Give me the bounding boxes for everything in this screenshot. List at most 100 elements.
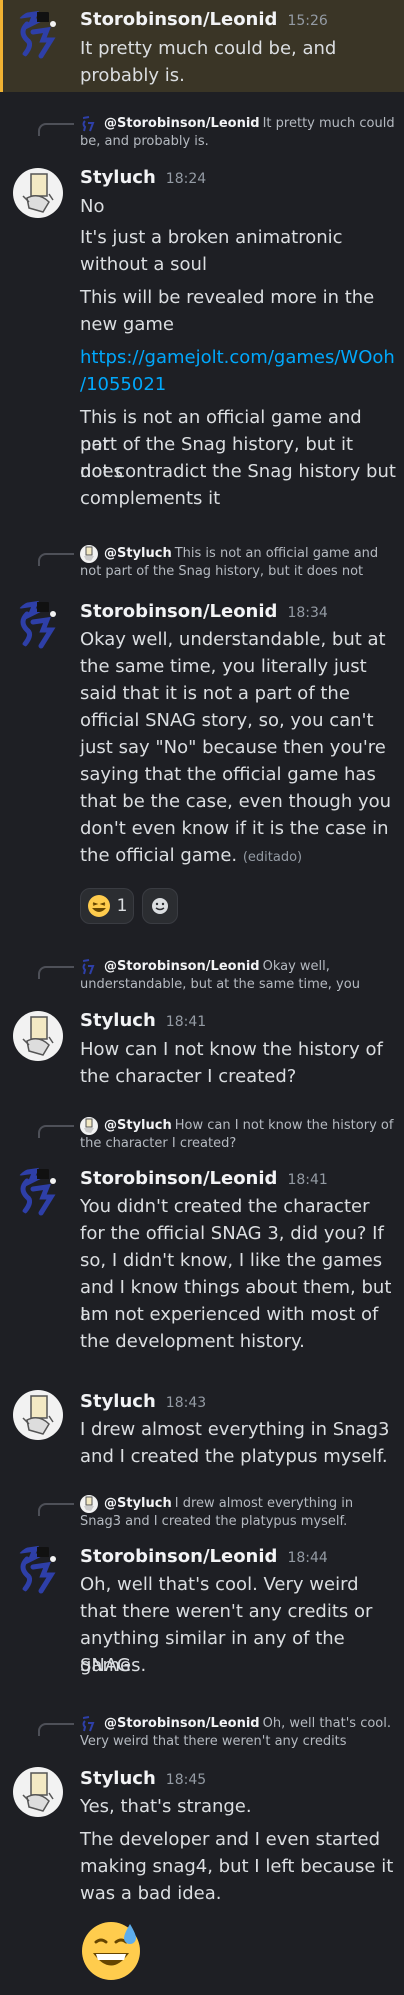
reply-author: @Storobinson/Leonid	[104, 116, 260, 131]
timestamp: 18:24	[165, 171, 207, 187]
message-line: that be the case, even though you	[80, 791, 392, 812]
message-line: probably is.	[80, 65, 185, 86]
grinning-sweat-emoji-icon[interactable]	[80, 1920, 142, 1982]
timestamp: 18:34	[287, 605, 328, 621]
message-line: saying that the official game has	[80, 764, 376, 785]
message-author[interactable]: Storobinson/Leonid 18:44	[80, 1546, 328, 1567]
add-reaction-icon	[152, 898, 168, 914]
reply-preview[interactable]: @Styluch How can I not know the history o…	[0, 1117, 404, 1157]
reply-author: @Styluch	[104, 546, 172, 561]
message-line: not contradict the Snag history but	[80, 461, 396, 482]
reply-spine	[38, 553, 74, 566]
message-line: the development history.	[80, 1331, 305, 1352]
message-author[interactable]: Styluch 18:41	[80, 1010, 206, 1031]
storobinson-avatar[interactable]	[13, 10, 63, 60]
message-line: It's just a broken animatronic	[80, 227, 343, 248]
avatar-drawing	[22, 173, 54, 213]
message-line: making snag4, but I left because it	[80, 1856, 394, 1877]
reply-text: @Storobinson/Leonid It pretty much could …	[80, 115, 398, 151]
message-line: official SNAG story, so, you can't	[80, 710, 374, 731]
message-line: the same time, you literally just	[80, 656, 367, 677]
reaction-count: 1	[116, 896, 128, 916]
styluch-avatar[interactable]	[13, 1767, 63, 1817]
message-line: This will be revealed more in the	[80, 287, 375, 308]
reaction-grin[interactable]: 1	[80, 888, 134, 924]
message-author[interactable]: Styluch 18:43	[80, 1391, 206, 1412]
reply-text: @Styluch This is not an official game and…	[80, 545, 398, 581]
reply-preview[interactable]: @Styluch I drew almost everything in Snag…	[0, 1495, 404, 1535]
reply-spine	[38, 1723, 74, 1736]
message-highlighted: Storobinson/Leonid 15:26 It pretty much c…	[0, 0, 404, 92]
add-reaction-button[interactable]	[142, 888, 178, 924]
reply-spine	[38, 1125, 74, 1138]
message-line: How can I not know the history of	[80, 1039, 383, 1060]
avatar-drawing	[18, 600, 56, 649]
storobinson-avatar[interactable]	[13, 1167, 63, 1217]
game-link[interactable]: /1055021	[80, 371, 396, 398]
avatar-drawing	[22, 1016, 54, 1056]
avatar-drawing	[22, 1395, 54, 1435]
message-line: Oh, well that's cool. Very weird	[80, 1574, 359, 1595]
message-line: I drew almost everything in Snag3	[80, 1419, 390, 1440]
message-line: that there weren't any credits or	[80, 1601, 373, 1622]
timestamp: 18:45	[165, 1772, 207, 1788]
reply-text: @Storobinson/Leonid Oh, well that's cool.…	[80, 1715, 398, 1751]
message: Storobinson/Leonid 18:34 Okay well, under…	[0, 595, 404, 935]
timestamp: 15:26	[287, 13, 328, 29]
reply-text: @Storobinson/Leonid Okay well, understand…	[80, 958, 398, 994]
reply-author: @Storobinson/Leonid	[104, 959, 260, 974]
message-author[interactable]: Storobinson/Leonid 18:41	[80, 1168, 328, 1189]
message-line: don't even know if it is the case in	[80, 818, 389, 839]
timestamp: 18:43	[165, 1395, 207, 1411]
message-line: It pretty much could be, and	[80, 38, 337, 59]
message: Styluch 18:43 I drew almost everything in…	[0, 1385, 404, 1485]
reply-preview[interactable]: @Storobinson/Leonid It pretty much could …	[0, 115, 404, 155]
reply-author: @Styluch	[104, 1496, 172, 1511]
message-author[interactable]: Styluch 18:45	[80, 1768, 206, 1789]
reply-author: @Storobinson/Leonid	[104, 1716, 260, 1731]
message: Styluch 18:24 No It's just a broken anima…	[0, 160, 404, 520]
message-line: said that it is not a part of the	[80, 683, 350, 704]
message-line: No	[80, 196, 105, 217]
reply-spine	[38, 1503, 74, 1516]
reply-spine	[38, 123, 74, 136]
styluch-avatar[interactable]	[13, 1390, 63, 1440]
message-line: You didn't created the character	[80, 1196, 370, 1217]
message-author[interactable]: Storobinson/Leonid 15:26	[80, 9, 328, 30]
message: Styluch 18:41 How can I not know the hist…	[0, 1003, 404, 1093]
message: Styluch 18:45 Yes, that's strange. The de…	[0, 1762, 404, 1995]
message-line: and I created the platypus myself.	[80, 1446, 388, 1467]
message-line: the character I created?	[80, 1066, 297, 1087]
styluch-avatar[interactable]	[13, 1011, 63, 1061]
storobinson-avatar[interactable]	[13, 1545, 63, 1595]
message-line: am not experienced with most of	[80, 1304, 379, 1325]
message-line: new game	[80, 314, 174, 335]
avatar-drawing	[18, 1545, 56, 1594]
message: Storobinson/Leonid 18:41 You didn't creat…	[0, 1162, 404, 1362]
message-line: for the official SNAG 3, did you? If	[80, 1223, 384, 1244]
avatar-drawing	[22, 1772, 54, 1812]
message-line: the official game. (editado)	[80, 845, 303, 866]
reply-preview[interactable]: @Storobinson/Leonid Okay well, understand…	[0, 958, 404, 998]
message-line: complements it	[80, 488, 221, 509]
storobinson-avatar[interactable]	[13, 600, 63, 650]
message-line: was a bad idea.	[80, 1883, 222, 1904]
message-line: just say "No" because then you're	[80, 737, 386, 758]
reply-preview[interactable]: @Storobinson/Leonid Oh, well that's cool.…	[0, 1715, 404, 1755]
edited-label: (editado)	[242, 850, 303, 865]
message-author[interactable]: Storobinson/Leonid 18:34	[80, 601, 328, 622]
timestamp: 18:41	[287, 1172, 328, 1188]
avatar-drawing	[18, 1167, 56, 1216]
reply-preview[interactable]: @Styluch This is not an official game and…	[0, 545, 404, 585]
reply-text: @Styluch How can I not know the history o…	[80, 1117, 398, 1153]
timestamp: 18:41	[165, 1014, 207, 1030]
avatar-drawing	[18, 10, 56, 59]
message-line: Yes, that's strange.	[80, 1796, 252, 1817]
game-link[interactable]: https://gamejolt.com/games/WOoh	[80, 344, 396, 371]
message-line: without a soul	[80, 254, 207, 275]
reply-text: @Styluch I drew almost everything in Snag…	[80, 1495, 398, 1531]
message-author[interactable]: Styluch 18:24	[80, 167, 206, 188]
message-line: Okay well, understandable, but at	[80, 629, 386, 650]
styluch-avatar[interactable]	[13, 168, 63, 218]
timestamp: 18:44	[287, 1550, 328, 1566]
